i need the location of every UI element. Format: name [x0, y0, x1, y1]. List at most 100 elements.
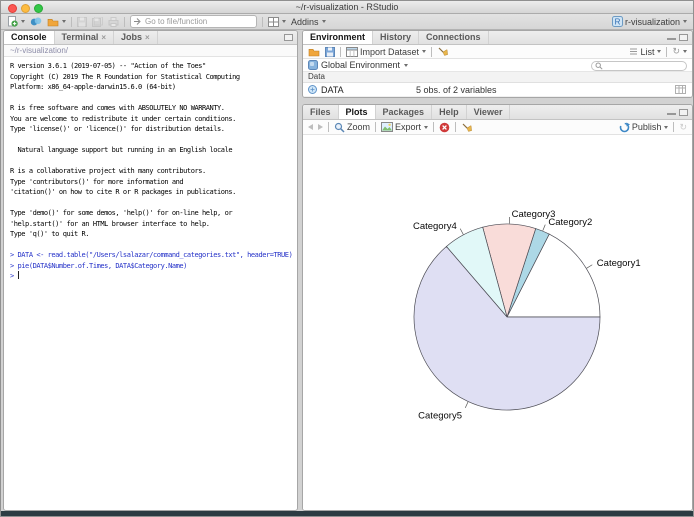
console-tabbar: Console Terminal × Jobs × [4, 31, 297, 45]
rstudio-window: ~/r-visualization - RStudio Go to file/f… [0, 0, 694, 517]
tab-files[interactable]: Files [303, 105, 339, 119]
environment-view-mode-button[interactable]: List [629, 45, 662, 58]
tab-environment[interactable]: Environment [303, 31, 374, 44]
tab-connections[interactable]: Connections [419, 31, 489, 44]
console-output-line: Type 'q()' to quit R. [10, 230, 90, 238]
tab-terminal[interactable]: Terminal × [55, 31, 115, 44]
maximize-pane-button[interactable] [679, 34, 688, 41]
save-workspace-icon[interactable] [325, 46, 335, 57]
export-image-icon [381, 122, 394, 132]
new-project-button[interactable] [30, 15, 42, 28]
global-environment-icon [308, 60, 318, 70]
object-name[interactable]: DATA [321, 85, 344, 95]
pane-layout-button[interactable] [268, 15, 286, 28]
toolbar-separator [455, 122, 457, 132]
remove-plot-icon[interactable] [439, 122, 450, 133]
environment-object-row[interactable]: DATA 5 obs. of 2 variables [303, 83, 692, 97]
tab-viewer[interactable]: Viewer [467, 105, 511, 119]
pie-label-category1: Category1 [597, 258, 641, 269]
tab-label: History [380, 32, 412, 42]
object-summary: 5 obs. of 2 variables [416, 84, 497, 95]
toolbar-separator [673, 122, 675, 132]
toolbar-separator [71, 16, 72, 27]
project-menu-button[interactable]: R r-visualization [611, 15, 687, 28]
tab-help[interactable]: Help [432, 105, 467, 119]
clear-objects-broom-icon[interactable] [437, 46, 448, 57]
project-name-label: r-visualization [624, 16, 680, 27]
maximize-pane-button[interactable] [679, 109, 688, 116]
load-workspace-icon[interactable] [308, 47, 320, 57]
text-cursor [17, 271, 19, 279]
console-output-line: Platform: x86_64-apple-darwin15.6.0 (64-… [10, 83, 176, 91]
title-bar: ~/r-visualization - RStudio [1, 1, 693, 14]
console-output-line: Type 'license()' or 'licence()' for dist… [10, 125, 225, 133]
plots-toolbar: Zoom Export Publish ↻ [303, 120, 692, 135]
zoom-plot-label: Zoom [347, 122, 371, 132]
environment-scope-label[interactable]: Global Environment [321, 60, 400, 70]
close-tab-icon[interactable]: × [145, 33, 150, 42]
new-project-icon [30, 16, 42, 27]
environment-search-input[interactable] [603, 60, 685, 71]
toolbar-separator [340, 46, 341, 57]
export-plot-button[interactable]: Export [381, 121, 429, 134]
console-output-line: Type 'demo()' for some demos, 'help()' f… [10, 209, 233, 217]
tab-history[interactable]: History [373, 31, 420, 44]
pie-label-tick [459, 228, 464, 235]
new-file-button[interactable] [7, 15, 25, 28]
toolbar-separator [124, 16, 125, 27]
data-frame-icon [308, 85, 317, 94]
tab-jobs[interactable]: Jobs × [114, 31, 158, 44]
pie-chart: Category1Category2Category3Category4Cate… [413, 209, 641, 422]
goto-file-input[interactable] [130, 15, 257, 28]
maximize-pane-button[interactable] [284, 34, 293, 41]
zoom-plot-button[interactable]: Zoom [334, 121, 370, 134]
environment-scope-row: Global Environment [303, 59, 692, 72]
console-input-line: > pie(DATA$Number.of.Times, DATA$Categor… [10, 261, 187, 270]
environment-search-box[interactable] [591, 60, 687, 71]
dropdown-caret-icon [664, 125, 669, 129]
dropdown-caret-icon [683, 20, 687, 23]
toolbar-separator [433, 122, 435, 132]
console-output-line: 'citation()' on how to cite R or R packa… [10, 188, 236, 196]
clear-plots-broom-icon[interactable] [461, 122, 472, 133]
minimize-pane-button[interactable] [667, 109, 676, 115]
toolbar-separator [431, 46, 433, 57]
minimize-window-button[interactable] [21, 4, 30, 13]
minimize-pane-button[interactable] [667, 34, 676, 40]
toolbar-separator [262, 16, 263, 27]
console-output-line: You are welcome to redistribute it under… [10, 114, 236, 123]
list-view-label: List [640, 46, 655, 57]
addins-menu-button[interactable]: Addins [291, 15, 326, 28]
refresh-environment-button[interactable]: ↻ [672, 45, 687, 58]
publish-icon [619, 122, 630, 133]
import-dataset-button[interactable]: Import Dataset [346, 45, 427, 58]
pane-grid-icon [268, 16, 279, 27]
publish-plot-label: Publish [631, 122, 662, 132]
tab-packages[interactable]: Packages [376, 105, 433, 119]
plots-pane: Files Plots Packages Help Viewer Zoom Ex… [302, 104, 693, 511]
console-output-line: R is a collaborative project with many c… [10, 167, 206, 175]
toolbar-separator [666, 46, 668, 57]
refresh-plot-icon[interactable]: ↻ [679, 122, 687, 132]
next-plot-button[interactable] [318, 124, 323, 130]
save-all-button [92, 15, 103, 28]
tab-label: Packages [382, 106, 425, 117]
console-output-line: R is free software and comes with ABSOLU… [10, 104, 225, 112]
console-output[interactable]: R version 3.6.1 (2019-07-05) -- "Action … [4, 57, 297, 286]
tab-plots[interactable]: Plots [338, 105, 376, 119]
publish-plot-button[interactable]: Publish [619, 121, 669, 134]
previous-plot-button[interactable] [308, 124, 313, 130]
tab-console[interactable]: Console [4, 31, 55, 44]
close-tab-icon[interactable]: × [101, 33, 106, 42]
view-data-icon[interactable] [675, 85, 686, 94]
tab-label: Jobs [121, 32, 143, 42]
zoom-window-button[interactable] [34, 4, 43, 13]
open-file-button[interactable] [47, 15, 66, 28]
print-button [108, 15, 119, 28]
console-input-line: > DATA <- read.table("/Users/lsalazar/co… [10, 251, 293, 259]
export-plot-label: Export [395, 122, 422, 132]
close-window-button[interactable] [8, 4, 17, 13]
dropdown-caret-icon [657, 50, 662, 53]
